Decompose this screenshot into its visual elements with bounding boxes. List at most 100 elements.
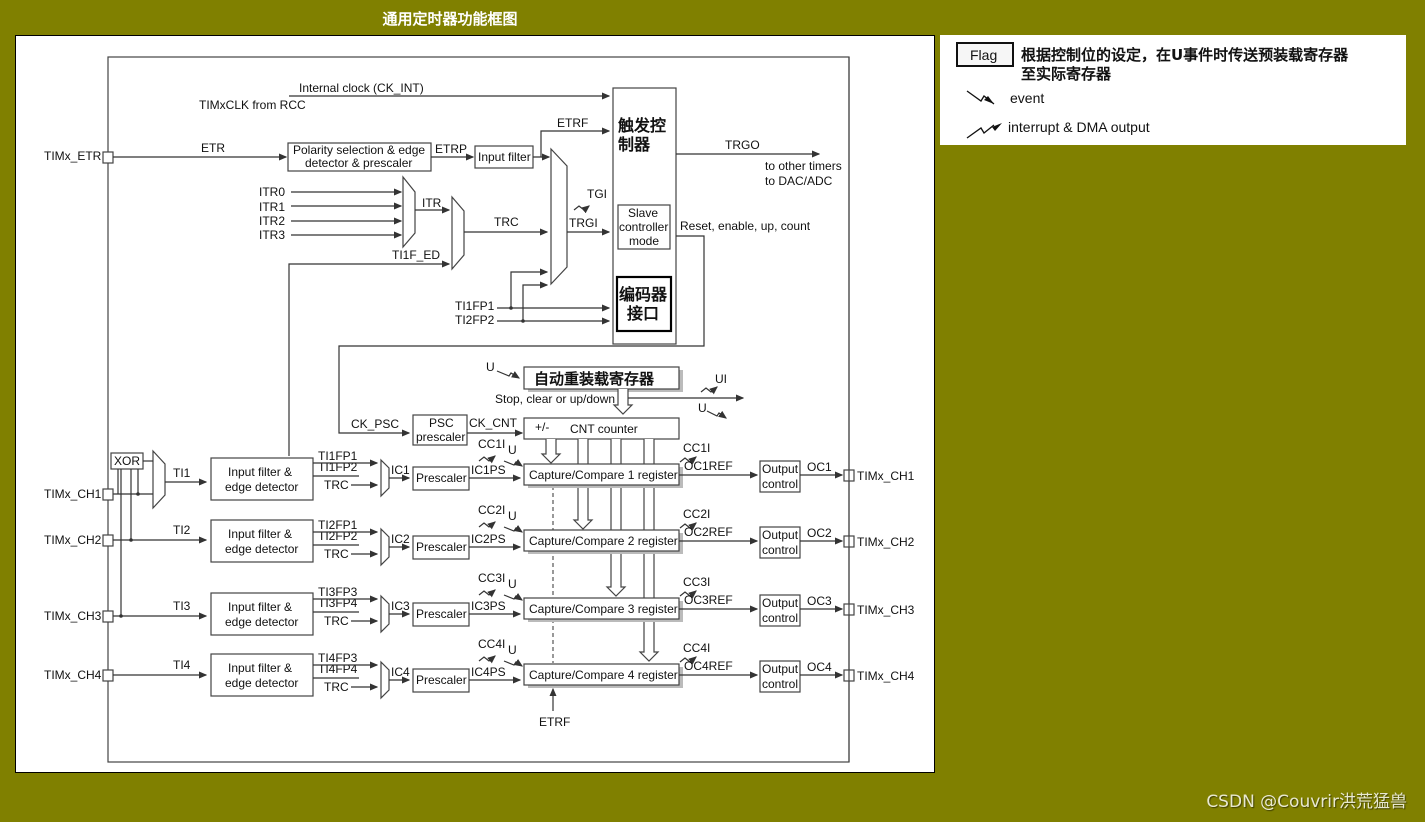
cci-interrupt-icon [478,455,496,464]
itr3-label: ITR3 [259,228,285,242]
cci-output-label: CC2I [683,507,710,521]
channel-input-pin [102,610,114,623]
cci-interrupt-icon [478,521,496,530]
channel-4: TIMx_CH4 TI4 Input filter &edge detector TI… [44,637,915,700]
output-control-label-1: Output [762,596,799,610]
oc-label: OC3 [807,594,832,608]
itr-mux [402,175,416,249]
output-control-label-1: Output [762,662,799,676]
trgi-label: TRGI [569,216,598,230]
u-label-update: U [698,401,707,415]
input-filter-label-1: Input filter & [228,661,292,675]
slave-label-1: Slave [628,206,658,220]
etrf-bottom-label: ETRF [539,715,570,729]
input-filter-label-1: Input filter & [228,527,292,541]
capture-compare-register-label: Capture/Compare 1 register [529,468,678,482]
prescaler-label: Prescaler [416,471,467,485]
channel-2: TIMx_CH2 TI2 Input filter &edge detector TI… [44,503,915,567]
page-title: 通用定时器功能框图 [382,10,518,28]
oc-label: OC4 [807,660,832,674]
channel-pin-label-right: TIMx_CH1 [857,469,915,483]
timxclk-label: TIMxCLK from RCC [199,98,306,112]
etr-pin [102,151,114,164]
ocref-label: OC1REF [684,459,733,473]
interrupt-legend-label: interrupt & DMA output [1008,119,1150,135]
u-label: U [508,443,517,457]
input-filter-label-2: edge detector [225,615,298,629]
channel-3: TIMx_CH3 TI3 Input filter &edge detector TI… [44,571,915,636]
capture-compare-register-label: Capture/Compare 2 register [529,534,678,548]
ti-label: TI3 [173,599,191,613]
trgi-mux [550,147,568,286]
etrf-line [533,127,611,158]
ocref-label: OC2REF [684,525,733,539]
event-icon-autoreload [496,370,521,379]
input-filter-label: Input filter [478,150,531,164]
encoder-label-2: 接口 [627,304,659,323]
input-filter-label-1: Input filter & [228,600,292,614]
channel-pin-label-right: TIMx_CH2 [857,535,915,549]
capture-compare-register-label: Capture/Compare 4 register [529,668,678,682]
etrf-label: ETRF [557,116,588,130]
output-control-label-2: control [762,477,798,491]
oc-label: OC1 [807,460,832,474]
channel-input-pin [102,534,114,547]
cci-output-label: CC3I [683,575,710,589]
tgi-interrupt-icon [573,205,590,214]
cci-interrupt-icon [478,655,496,664]
ti2fp2-label: TI2FP2 [455,313,495,327]
channel-input-pin [102,488,114,501]
icps-label: IC2PS [471,532,506,546]
itr-inputs: ITR0 ITR1 ITR2 ITR3 [259,185,403,242]
prescaler-label: Prescaler [416,540,467,554]
channel-1: TIMx_CH1 TI1 Input filter &edge detector TI… [44,437,915,501]
icps-label: IC4PS [471,665,506,679]
u-label: U [508,643,517,657]
psc-label-2: prescaler [416,430,465,444]
plus-minus-label: +/- [535,420,549,434]
fp-b-label: TI1FP2 [318,460,358,474]
u-label: U [508,577,517,591]
cci-input-label: CC1I [478,437,505,451]
to-other-timers-label: to other timers [765,159,842,173]
diagram-panel: Internal clock (CK_INT) TIMxCLK from RCC… [15,35,935,773]
channel-pin-label-left: TIMx_CH2 [44,533,102,547]
input-filter-label-2: edge detector [225,480,298,494]
prescaler-label: Prescaler [416,673,467,687]
output-control-label-1: Output [762,528,799,542]
cci-input-label: CC3I [478,571,505,585]
update-event-icon [706,410,727,419]
trc-input-label: TRC [324,614,349,628]
capture-compare-register-label: Capture/Compare 3 register [529,602,678,616]
ti-label: TI1 [173,466,191,480]
ti1-mux [152,449,166,510]
cci-output-label: CC1I [683,441,710,455]
channel-input-pin [102,669,114,682]
ic-mux [380,594,390,634]
flag-legend-label: Flag [970,47,997,63]
ck-psc-label: CK_PSC [351,417,399,431]
itr0-label: ITR0 [259,185,285,199]
channel-pin-label-right: TIMx_CH3 [857,603,915,617]
encoder-label-1: 编码器 [619,285,668,304]
itr1-label: ITR1 [259,200,285,214]
update-event-icon [503,593,523,601]
ti2fp2-mux-line [522,281,549,321]
etr-label: ETR [201,141,225,155]
slave-label-2: controller [619,220,668,234]
auto-reload-label: 自动重装载寄存器 [534,370,655,388]
channel-pin-label-left: TIMx_CH1 [44,487,102,501]
interrupt-dma-icon [966,124,995,139]
trgo-label: TRGO [725,138,760,152]
u-label: U [508,509,517,523]
ic-label: IC2 [391,532,410,546]
channel-pin-label-left: TIMx_CH4 [44,668,102,682]
update-event-icon [503,459,523,467]
ui-label: UI [715,372,727,386]
ocref-label: OC4REF [684,659,733,673]
channel-pin-label-right: TIMx_CH4 [857,669,915,683]
ti1fp1-label: TI1FP1 [455,299,495,313]
slave-label-3: mode [629,234,659,248]
trc-input-label: TRC [324,478,349,492]
trc-input-label: TRC [324,680,349,694]
